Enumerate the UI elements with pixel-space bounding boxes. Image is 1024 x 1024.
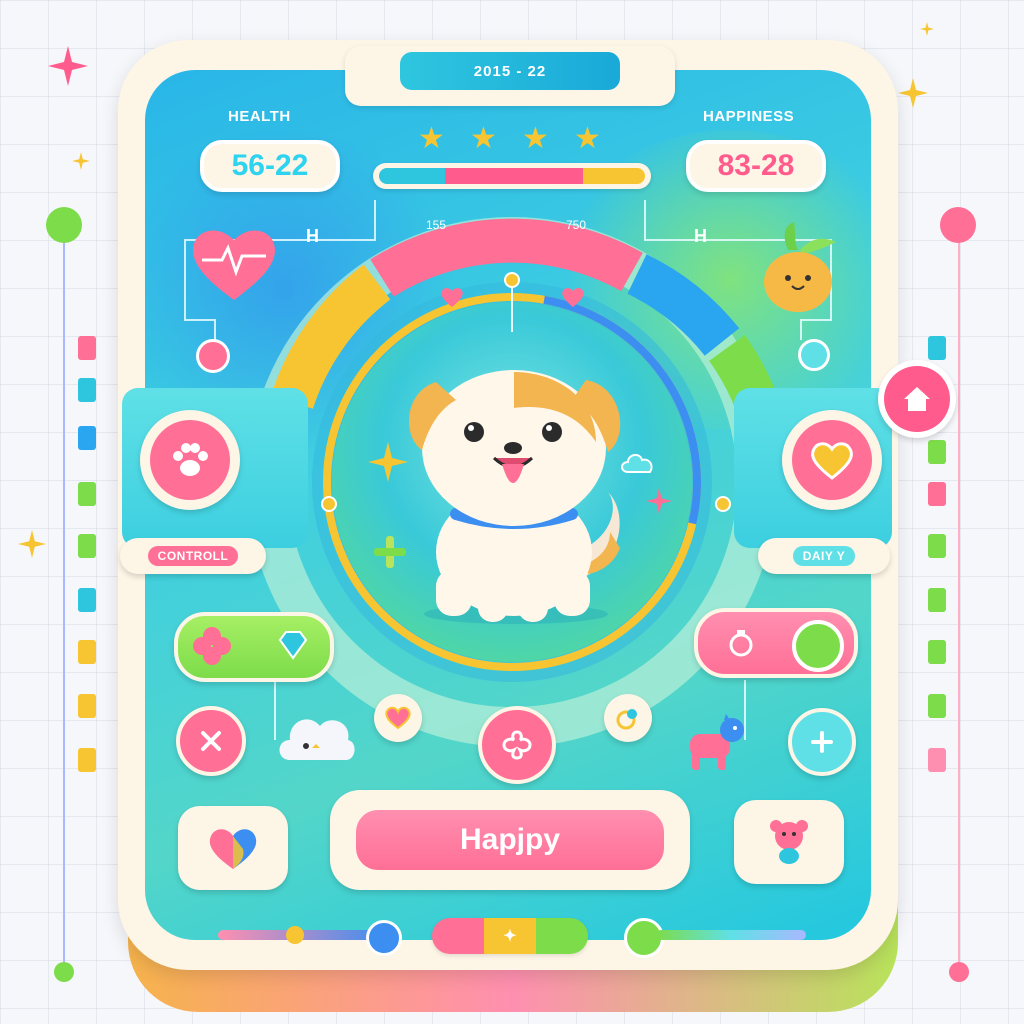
pet-face-icon [770, 820, 808, 864]
home-button[interactable] [878, 360, 956, 438]
home-button-inner [884, 366, 950, 432]
plus-icon [811, 731, 833, 753]
sparkle-icon [898, 78, 928, 108]
right-rail-segment [928, 640, 946, 664]
center-slider-segment-green [536, 918, 588, 954]
daily-tag[interactable]: DAIY Y [758, 538, 890, 574]
left-rail-segment [78, 378, 96, 402]
left-rail-segment [78, 748, 96, 772]
ring-left-value: 155 [426, 218, 447, 232]
sparkle-icon [368, 442, 408, 482]
daily-tag-label: DAIY Y [792, 546, 856, 566]
happy-button[interactable]: Hapjpy [330, 790, 690, 890]
small-pink-icon[interactable] [196, 339, 230, 373]
ring-right-value: 750 [566, 218, 587, 232]
happy-button-label: Hapjpy [459, 823, 561, 856]
diamond-icon [278, 631, 308, 660]
left-rail-segment [78, 640, 96, 664]
paw-icon [173, 443, 208, 476]
sparkle-icon [48, 46, 88, 86]
pacifier-button[interactable] [604, 694, 652, 742]
ring-icon [729, 630, 753, 657]
heart-button-inner [792, 420, 872, 500]
controll-tag[interactable]: CONTROLL [120, 538, 266, 574]
left-toggle[interactable] [174, 612, 334, 682]
right-rail-segment [928, 694, 946, 718]
right-rail-segment [928, 440, 946, 464]
left-rail-bottom-dot [54, 962, 74, 982]
plus-icon [374, 536, 406, 568]
right-rail-bottom-dot [949, 962, 969, 982]
heart-icon [562, 288, 584, 307]
right-slider-track[interactable] [656, 930, 806, 940]
right-rail-line [958, 226, 960, 966]
paw-button[interactable] [140, 410, 240, 510]
sparkle-icon [646, 488, 672, 514]
center-slider-star: ✦ [503, 928, 517, 945]
right-rail-segment [928, 748, 946, 772]
left-rail-segment [78, 426, 96, 450]
pet-face-button[interactable] [734, 800, 844, 884]
paw-button-inner [150, 420, 230, 500]
left-rail-segment [78, 482, 96, 506]
star-icon: ★ [522, 122, 549, 155]
close-icon [201, 731, 221, 751]
right-rail-segment [928, 534, 946, 558]
love-button[interactable] [178, 806, 288, 890]
heart-icon [385, 706, 411, 730]
pacifier-icon [616, 709, 637, 730]
plus-button[interactable] [788, 708, 856, 776]
controll-tag-label: CONTROLL [147, 546, 239, 566]
heart-small-button[interactable] [374, 694, 422, 742]
center-slider-segment-pink [432, 918, 484, 954]
health-label: HEALTH [228, 108, 291, 125]
left-slider-knob[interactable] [366, 920, 402, 956]
sparkle-icon [920, 22, 934, 36]
happiness-value: 83-28 [717, 149, 795, 182]
left-rail-top-dot [46, 207, 82, 243]
home-icon [904, 387, 930, 411]
star-icon: ★ [418, 122, 445, 155]
heart-button[interactable] [782, 410, 882, 510]
left-rail-line [63, 226, 65, 966]
star-icon: ★ [574, 122, 601, 155]
heart-icon [441, 288, 463, 307]
center-slider-segment-yellow: ✦ [484, 918, 536, 954]
left-rail-segment [78, 588, 96, 612]
flower-icon [193, 627, 231, 665]
flower-outline-icon [502, 730, 532, 760]
left-rail-segment [78, 336, 96, 360]
left-rail-segment [78, 694, 96, 718]
small-cyan-icon[interactable] [798, 339, 830, 371]
date-display: 2015 - 22 [400, 52, 620, 90]
right-rail-segment [928, 482, 946, 506]
star-icon: ★ [470, 122, 497, 155]
heart-split-icon [209, 829, 257, 869]
happiness-label: HAPPINESS [703, 108, 795, 125]
cloud-pet-icon [279, 719, 355, 760]
center-flower-button[interactable] [478, 706, 556, 784]
left-rail-segment [78, 534, 96, 558]
toggle-knob [792, 620, 844, 672]
health-value: 56-22 [231, 149, 309, 182]
cloud-icon [621, 454, 653, 473]
right-rail-segment [928, 336, 946, 360]
left-slider-knob-small[interactable] [286, 926, 304, 944]
right-rail-segment [928, 588, 946, 612]
cat-icon [690, 714, 744, 770]
center-slider-track[interactable]: ✦ [432, 918, 588, 954]
close-button[interactable] [176, 706, 246, 776]
date-text: 2015 - 22 [473, 62, 547, 80]
sparkle-icon [18, 530, 46, 558]
right-toggle[interactable] [694, 608, 858, 678]
happy-button-inner: Hapjpy [356, 810, 664, 870]
heart-outline-icon [811, 442, 853, 480]
right-rail-top-dot [940, 207, 976, 243]
dog-icon [409, 370, 621, 624]
sparkle-icon [72, 152, 90, 170]
